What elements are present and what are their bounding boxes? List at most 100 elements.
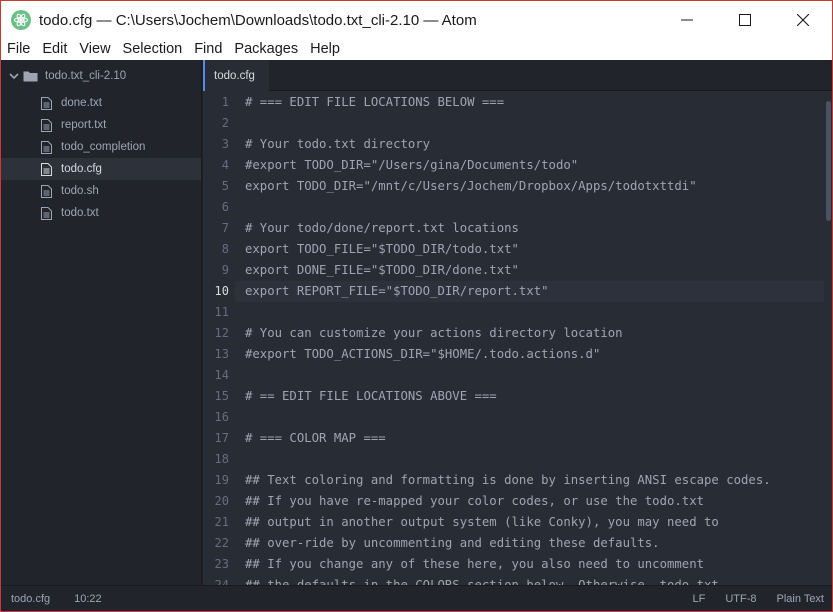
code-line[interactable] [245, 302, 832, 323]
menu-file[interactable]: File [1, 39, 36, 60]
code-line[interactable]: # You can customize your actions directo… [245, 323, 832, 344]
menu-bar: File Edit View Selection Find Packages H… [1, 39, 832, 60]
scrollbar-thumb[interactable] [826, 101, 831, 221]
menu-packages[interactable]: Packages [228, 39, 304, 60]
line-number: 16 [214, 410, 229, 424]
tree-item-label: todo.txt [61, 207, 99, 219]
line-number: 18 [214, 452, 229, 466]
line-number: 13 [214, 347, 229, 361]
line-number: 5 [221, 179, 229, 193]
title-bar: todo.cfg — C:\Users\Jochem\Downloads\tod… [1, 1, 832, 39]
line-number: 24 [214, 578, 229, 585]
code-line[interactable]: # Your todo/done/report.txt locations [245, 218, 832, 239]
line-number: 7 [221, 221, 229, 235]
tree-item-todo-txt[interactable]: todo.txt [1, 202, 201, 224]
status-encoding[interactable]: UTF-8 [725, 593, 756, 605]
line-number: 11 [214, 305, 229, 319]
tab-todo-cfg[interactable]: todo.cfg [203, 60, 269, 91]
file-text-icon [41, 140, 52, 154]
tree-item-label: todo.sh [61, 185, 99, 197]
folder-icon [23, 71, 38, 82]
code-line[interactable]: ## If you have re-mapped your color code… [245, 491, 832, 512]
line-number: 21 [214, 515, 229, 529]
line-number: 8 [221, 242, 229, 256]
code-line[interactable]: # === COLOR MAP === [245, 428, 832, 449]
line-number: 19 [214, 473, 229, 487]
file-text-icon [41, 184, 52, 198]
file-text-icon [41, 118, 52, 132]
tree-item-label: done.txt [61, 97, 102, 109]
line-number: 20 [214, 494, 229, 508]
text-editor[interactable]: 1 2 3 4 5 6 7 8 9 10 11 12 13 14 15 16 17 18 19 20 21 22 23 24 … [203, 91, 832, 585]
maximize-icon [739, 14, 751, 26]
menu-help[interactable]: Help [304, 39, 346, 60]
line-number: 14 [214, 368, 229, 382]
status-cursor-position[interactable]: 10:22 [74, 593, 102, 605]
close-button[interactable] [774, 1, 832, 39]
code-line[interactable] [245, 113, 832, 134]
file-text-icon [41, 96, 52, 110]
line-number: 9 [221, 263, 229, 277]
status-file-name[interactable]: todo.cfg [11, 593, 50, 605]
code-line[interactable]: ## over-ride by uncommenting and editing… [245, 533, 832, 554]
window-title: todo.cfg — C:\Users\Jochem\Downloads\tod… [39, 11, 477, 29]
line-number: 3 [221, 137, 229, 151]
tree-item-todo-cfg[interactable]: todo.cfg [1, 158, 201, 180]
tree-item-todo-sh[interactable]: todo.sh [1, 180, 201, 202]
file-text-icon [41, 162, 52, 176]
code-line[interactable] [245, 365, 832, 386]
tree-root-label: todo.txt_cli-2.10 [45, 70, 127, 82]
menu-find[interactable]: Find [188, 39, 228, 60]
tab-bar: todo.cfg [203, 60, 832, 91]
line-number: 6 [221, 200, 229, 214]
tree-item-todo-completion[interactable]: todo_completion [1, 136, 201, 158]
code-line[interactable]: ## output in another output system (like… [245, 512, 832, 533]
code-line[interactable]: export TODO_FILE="$TODO_DIR/todo.txt" [245, 239, 832, 260]
line-number: 17 [214, 431, 229, 445]
code-line[interactable]: ## Text coloring and formatting is done … [245, 470, 832, 491]
line-number: 15 [214, 389, 229, 403]
tree-item-label: todo_completion [61, 141, 146, 153]
line-number: 1 [221, 95, 229, 109]
tree-view: todo.txt_cli-2.10 done.txt report.txt to… [1, 60, 202, 585]
status-grammar[interactable]: Plain Text [777, 593, 825, 605]
code-line[interactable]: #export TODO_ACTIONS_DIR="$HOME/.todo.ac… [245, 344, 832, 365]
line-number-gutter: 1 2 3 4 5 6 7 8 9 10 11 12 13 14 15 16 17 18 19 20 21 22 23 24 [203, 91, 235, 585]
tree-item-done-txt[interactable]: done.txt [1, 92, 201, 114]
code-line[interactable]: export REPORT_FILE="$TODO_DIR/report.txt… [245, 281, 832, 302]
code-line[interactable]: #export TODO_DIR="/Users/gina/Documents/… [245, 155, 832, 176]
menu-edit[interactable]: Edit [36, 39, 73, 60]
code-line[interactable]: # === EDIT FILE LOCATIONS BELOW === [245, 92, 832, 113]
minimize-button[interactable] [658, 1, 716, 39]
status-bar: todo.cfg 10:22 LF UTF-8 Plain Text [1, 585, 832, 611]
menu-view[interactable]: View [73, 39, 116, 60]
tree-item-report-txt[interactable]: report.txt [1, 114, 201, 136]
tab-label: todo.cfg [214, 69, 255, 82]
code-line[interactable]: ## If you change any of these here, you … [245, 554, 832, 575]
close-icon [797, 14, 809, 26]
line-number: 2 [221, 116, 229, 130]
tree-root-folder[interactable]: todo.txt_cli-2.10 [1, 65, 201, 87]
tree-item-label: report.txt [61, 119, 107, 131]
code-line[interactable] [245, 449, 832, 470]
file-text-icon [41, 206, 52, 220]
code-line[interactable]: export DONE_FILE="$TODO_DIR/done.txt" [245, 260, 832, 281]
code-line[interactable]: # == EDIT FILE LOCATIONS ABOVE === [245, 386, 832, 407]
code-line[interactable]: # Your todo.txt directory [245, 134, 832, 155]
line-number: 4 [221, 158, 229, 172]
line-number: 10 [214, 284, 229, 298]
code-line[interactable]: export TODO_DIR="/mnt/c/Users/Jochem/Dro… [245, 176, 832, 197]
tree-item-label: todo.cfg [61, 163, 102, 175]
code-line[interactable] [245, 197, 832, 218]
minimize-icon [681, 19, 693, 21]
code-line[interactable] [245, 407, 832, 428]
line-number: 12 [214, 326, 229, 340]
vertical-scrollbar[interactable] [824, 91, 832, 585]
code-line[interactable]: ## the defaults in the COLORS section be… [245, 575, 832, 585]
atom-window: todo.cfg — C:\Users\Jochem\Downloads\tod… [0, 0, 833, 612]
status-line-ending[interactable]: LF [692, 593, 705, 605]
line-number: 23 [214, 557, 229, 571]
maximize-button[interactable] [716, 1, 774, 39]
chevron-down-icon [9, 73, 19, 80]
menu-selection[interactable]: Selection [117, 39, 189, 60]
